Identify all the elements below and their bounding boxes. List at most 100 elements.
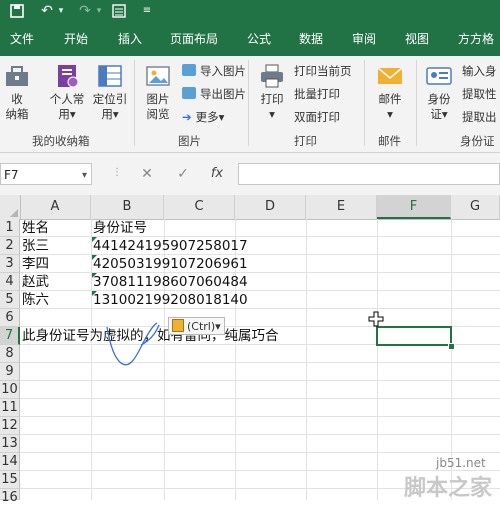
- formula-bar-grip-icon: ⋮: [112, 167, 122, 178]
- row-header[interactable]: 15: [0, 471, 20, 489]
- tab-insert[interactable]: 插入: [118, 22, 142, 56]
- column-header-active[interactable]: F: [377, 195, 451, 219]
- row-header[interactable]: 5: [0, 291, 20, 309]
- insert-function-icon[interactable]: fx: [206, 163, 228, 185]
- select-all-corner[interactable]: [0, 195, 21, 219]
- duplex-print-button[interactable]: 双面打印: [294, 110, 340, 125]
- tab-review[interactable]: 审阅: [352, 22, 376, 56]
- collect-box-button[interactable]: 收 纳箱: [2, 62, 32, 122]
- print-current-page-label: 打印当前页: [294, 64, 352, 78]
- row-header[interactable]: 13: [0, 435, 20, 453]
- tab-data[interactable]: 数据: [299, 22, 323, 56]
- tab-formulas[interactable]: 公式: [247, 22, 271, 56]
- group-separator: [248, 60, 249, 146]
- column-header[interactable]: D: [235, 195, 306, 219]
- group-separator: [364, 60, 365, 146]
- locate-reference-button[interactable]: 定位引 用▾: [90, 62, 130, 122]
- selected-cell-F7[interactable]: [376, 326, 452, 346]
- locate-grid-icon: [96, 62, 124, 90]
- group-separator: [416, 60, 417, 146]
- locate-reference-label-1: 定位引: [92, 92, 128, 106]
- import-picture-button[interactable]: 导入图片: [182, 64, 246, 79]
- gridline: [306, 219, 307, 500]
- print-current-page-button[interactable]: 打印当前页: [294, 64, 352, 79]
- print-label-2: ▾: [269, 107, 275, 121]
- gridline: [91, 219, 92, 500]
- cell-B4[interactable]: 370811198607060484: [93, 273, 248, 291]
- undo-dropdown-icon[interactable]: ▾: [56, 0, 66, 22]
- spreadsheet-grid[interactable]: A B C D E F G 1 2 3 4 5 6 7 8 9 10 11 12…: [0, 195, 500, 505]
- extract-birth-button[interactable]: 提取出: [462, 110, 497, 125]
- export-picture-button[interactable]: 导出图片: [182, 87, 246, 102]
- formula-input[interactable]: [238, 163, 500, 185]
- mail-label-2: ▾: [387, 107, 393, 121]
- tab-home[interactable]: 开始: [64, 22, 88, 56]
- picture-browse-button[interactable]: 图片 阅览: [142, 62, 174, 122]
- row-header[interactable]: 8: [0, 345, 20, 363]
- tab-file[interactable]: 文件: [10, 22, 34, 56]
- more-picture-button[interactable]: ➔ 更多▾: [182, 110, 224, 125]
- batch-print-button[interactable]: 批量打印: [294, 87, 340, 102]
- extract-gender-button[interactable]: 提取性: [462, 87, 497, 102]
- form-icon[interactable]: [108, 0, 130, 22]
- title-bar: ↶ ▾ ↷ ▾ ≡: [0, 0, 500, 22]
- row-header[interactable]: 14: [0, 453, 20, 471]
- personal-common-label-2: 用▾: [58, 107, 76, 121]
- column-header[interactable]: G: [451, 195, 500, 219]
- row-header[interactable]: 9: [0, 363, 20, 381]
- gridline: [20, 452, 500, 453]
- quick-access-customize-icon[interactable]: ≡: [140, 0, 154, 22]
- tab-page-layout[interactable]: 页面布局: [170, 22, 218, 56]
- group-label-my-box: 我的收纳箱: [32, 134, 90, 148]
- cancel-formula-icon[interactable]: ✕: [136, 163, 158, 185]
- save-icon[interactable]: [6, 0, 28, 22]
- name-box[interactable]: F7: [0, 163, 92, 185]
- row-header[interactable]: 3: [0, 255, 20, 273]
- confirm-formula-icon[interactable]: ✓: [172, 163, 194, 185]
- cell-A5[interactable]: 陈六: [22, 291, 49, 309]
- row-header[interactable]: 1: [0, 219, 20, 237]
- cell-A4[interactable]: 赵武: [22, 273, 49, 291]
- group-label-idcard: 身份证: [460, 134, 495, 148]
- row-header[interactable]: 10: [0, 381, 20, 399]
- row-header-active[interactable]: 7: [0, 327, 20, 345]
- redo-icon[interactable]: ↷: [74, 0, 96, 22]
- export-picture-label: 导出图片: [200, 87, 246, 101]
- column-header[interactable]: A: [20, 195, 91, 219]
- gridline: [20, 434, 500, 435]
- mail-button[interactable]: 邮件 ▾: [372, 62, 408, 122]
- print-button[interactable]: 打印 ▾: [256, 62, 288, 122]
- undo-icon[interactable]: ↶: [36, 0, 58, 22]
- cell-B1[interactable]: 身份证号: [93, 219, 147, 237]
- cell-cursor-icon: [368, 311, 384, 327]
- personal-common-label-1: 个人常: [49, 92, 85, 106]
- cell-B3[interactable]: 420503199107206961: [93, 255, 248, 273]
- row-header[interactable]: 16: [0, 489, 20, 505]
- column-header[interactable]: C: [164, 195, 235, 219]
- column-header[interactable]: E: [306, 195, 377, 219]
- row-header[interactable]: 12: [0, 417, 20, 435]
- group-label-picture: 图片: [178, 134, 201, 148]
- cell-A2[interactable]: 张三: [22, 237, 49, 255]
- cell-B2[interactable]: 441424195907258017: [93, 237, 248, 255]
- picture-browse-label-1: 图片: [146, 92, 170, 106]
- fill-handle[interactable]: [448, 343, 455, 350]
- idcard-label-2: 证▾: [430, 107, 448, 121]
- row-header[interactable]: 4: [0, 273, 20, 291]
- input-id-button[interactable]: 输入身: [462, 64, 497, 79]
- row-header[interactable]: 2: [0, 237, 20, 255]
- row-header[interactable]: 11: [0, 399, 20, 417]
- redo-dropdown-icon[interactable]: ▾: [94, 0, 104, 22]
- column-header[interactable]: B: [91, 195, 164, 219]
- gridline: [20, 416, 500, 417]
- text-number-indicator-icon: [92, 237, 97, 242]
- name-box-dropdown-icon[interactable]: ▾: [82, 170, 87, 181]
- cell-A1[interactable]: 姓名: [22, 219, 49, 237]
- tab-fangfange[interactable]: 方方格: [458, 22, 494, 56]
- cell-A3[interactable]: 李四: [22, 255, 49, 273]
- personal-common-button[interactable]: 个人常 用▾: [46, 62, 88, 122]
- tab-view[interactable]: 视图: [405, 22, 429, 56]
- row-header[interactable]: 6: [0, 309, 20, 327]
- idcard-button[interactable]: 身份 证▾: [422, 62, 456, 122]
- more-picture-label: 更多▾: [195, 110, 225, 124]
